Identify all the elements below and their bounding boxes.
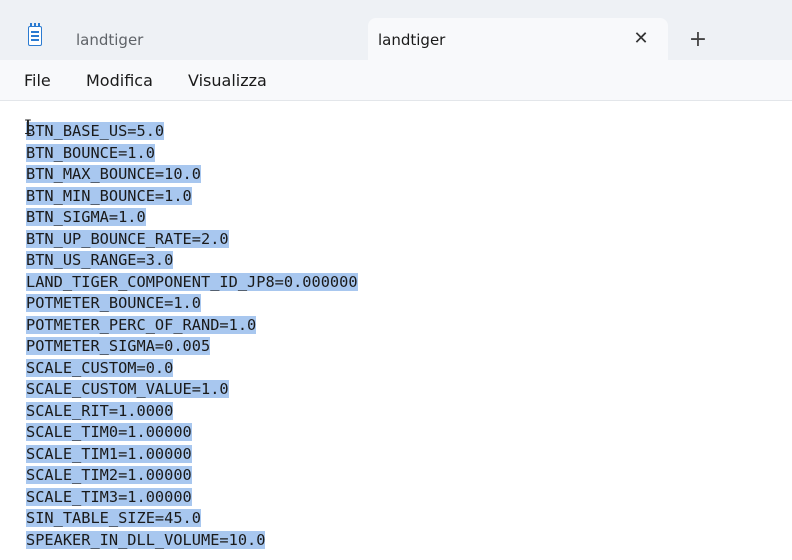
editor-line[interactable]: BTN_SIGMA=1.0 (26, 207, 358, 229)
editor-line-text: SCALE_CUSTOM=0.0 (26, 358, 174, 377)
editor-line[interactable]: LAND_TIGER_COMPONENT_ID_JP8=0.000000 (26, 272, 358, 294)
tab-landtiger-inactive[interactable]: landtiger (56, 20, 356, 60)
editor-line-text: SCALE_TIM2=1.00000 (26, 466, 192, 484)
editor-line-text: BTN_MAX_BOUNCE=10.0 (26, 165, 201, 183)
editor-line[interactable]: BTN_UP_BOUNCE_RATE=2.0 (26, 229, 358, 251)
editor-line[interactable]: SCALE_TIM1=1.00000 (26, 444, 358, 466)
notepad-window: landtiger landtiger ✕ + File Modifica Vi… (0, 0, 792, 560)
editor-lines: BTN_BASE_US=5.0 BTN_BOUNCE=1.0 BTN_MAX_BOU… (26, 121, 358, 551)
editor-line-text: SIN_TABLE_SIZE=45.0 (26, 509, 201, 527)
editor-line[interactable]: SCALE_TIM0=1.00000 (26, 422, 358, 444)
editor-line[interactable]: BTN_MAX_BOUNCE=10.0 (26, 164, 358, 186)
menu-bar: File Modifica Visualizza (0, 60, 792, 101)
editor-line-text: BTN_SIGMA=1.0 (26, 208, 146, 226)
editor-line[interactable]: SCALE_RIT=1.0000 (26, 401, 358, 423)
editor-line-text: LAND_TIGER_COMPONENT_ID_JP8=0.000000 (26, 272, 358, 291)
editor-line[interactable]: SCALE_CUSTOM=0.0 (26, 358, 358, 380)
editor-line[interactable]: BTN_BASE_US=5.0 (26, 121, 358, 143)
editor-line-text: SCALE_CUSTOM_VALUE=1.0 (26, 380, 229, 398)
editor-line-text: BTN_BASE_US=5.0 (26, 122, 165, 140)
editor-line-text: BTN_MIN_BOUNCE=1.0 (26, 186, 192, 205)
editor-line-text: SCALE_TIM1=1.00000 (26, 444, 192, 463)
new-tab-icon[interactable]: + (686, 28, 710, 52)
editor-line[interactable]: BTN_BOUNCE=1.0 (26, 143, 358, 165)
editor-line-text: BTN_US_RANGE=3.0 (26, 251, 174, 269)
menu-file[interactable]: File (24, 71, 51, 90)
editor-line[interactable]: SPEAKER_IN_DLL_VOLUME=10.0 (26, 530, 358, 552)
editor-line[interactable]: POTMETER_PERC_OF_RAND=1.0 (26, 315, 358, 337)
editor-line-text: SCALE_RIT=1.0000 (26, 401, 174, 420)
editor-line-text: SPEAKER_IN_DLL_VOLUME=10.0 (26, 530, 266, 549)
tab-landtiger-active[interactable]: landtiger ✕ (368, 18, 668, 60)
tab-label: landtiger (76, 31, 144, 49)
tab-strip: landtiger landtiger ✕ + (0, 0, 792, 60)
editor-line-text: BTN_UP_BOUNCE_RATE=2.0 (26, 229, 229, 248)
close-tab-icon[interactable]: ✕ (630, 28, 652, 50)
menu-edit[interactable]: Modifica (86, 71, 153, 90)
text-editor[interactable]: BTN_BASE_US=5.0 BTN_BOUNCE=1.0 BTN_MAX_BOU… (0, 101, 792, 560)
editor-line[interactable]: SCALE_TIM3=1.00000 (26, 487, 358, 509)
editor-line[interactable]: BTN_US_RANGE=3.0 (26, 250, 358, 272)
tab-label: landtiger (378, 31, 446, 49)
editor-line-text: POTMETER_SIGMA=0.005 (26, 337, 211, 355)
editor-line-text: BTN_BOUNCE=1.0 (26, 143, 155, 162)
editor-line-text: SCALE_TIM3=1.00000 (26, 487, 192, 506)
editor-line[interactable]: BTN_MIN_BOUNCE=1.0 (26, 186, 358, 208)
editor-line[interactable]: SCALE_TIM2=1.00000 (26, 465, 358, 487)
editor-line[interactable]: POTMETER_BOUNCE=1.0 (26, 293, 358, 315)
editor-line-text: POTMETER_BOUNCE=1.0 (26, 294, 201, 312)
editor-line-text: POTMETER_PERC_OF_RAND=1.0 (26, 315, 257, 334)
editor-line-text: SCALE_TIM0=1.00000 (26, 423, 192, 441)
editor-line[interactable]: SIN_TABLE_SIZE=45.0 (26, 508, 358, 530)
editor-line[interactable]: SCALE_CUSTOM_VALUE=1.0 (26, 379, 358, 401)
notepad-app-icon (28, 23, 42, 46)
editor-line[interactable]: POTMETER_SIGMA=0.005 (26, 336, 358, 358)
menu-view[interactable]: Visualizza (188, 71, 267, 90)
text-cursor-icon: I (24, 115, 32, 139)
